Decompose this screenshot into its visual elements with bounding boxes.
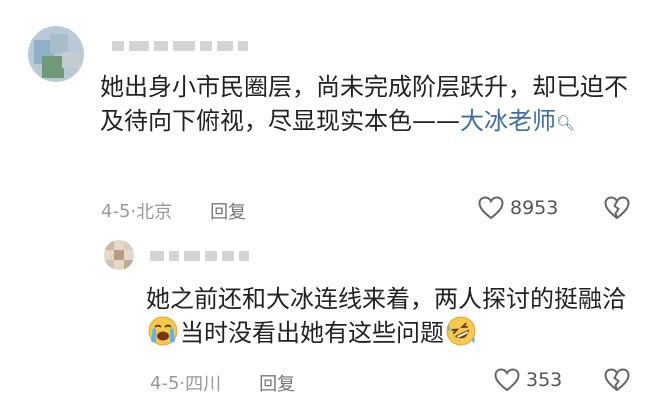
reply-body-part1: 她之前还和大冰连线来着，两人探讨的挺融洽	[146, 285, 626, 313]
reply-dislike-button[interactable]	[604, 368, 630, 396]
reply-button[interactable]: 回复	[210, 198, 246, 224]
rolling-on-floor-laughing-icon	[446, 316, 476, 346]
like-count: 8953	[510, 197, 559, 219]
reply-button[interactable]: 回复	[259, 370, 295, 396]
comment-date: 4-5	[101, 200, 131, 222]
reply-text: 她之前还和大冰连线来着，两人探讨的挺融洽 当时没看出她有这些问题	[146, 282, 626, 350]
reply-like-count: 353	[526, 369, 563, 391]
reply-meta: 4-5 · 四川 回复	[150, 370, 295, 396]
broken-heart-icon	[604, 368, 630, 392]
dislike-button[interactable]	[604, 196, 630, 224]
comment-location: 北京	[136, 202, 173, 223]
reply-username-blurred[interactable]	[150, 250, 249, 262]
reply-avatar[interactable]	[104, 240, 134, 270]
like-button[interactable]: 8953	[478, 196, 558, 220]
search-icon[interactable]: 🔍︎	[556, 114, 575, 132]
reply-body-part2: 当时没看出她有这些问题	[180, 319, 444, 347]
comment-text: 她出身小市民圈层，尚未完成阶层跃升，却已迫不及待向下俯视，尽显现实本色——大冰老…	[100, 70, 640, 138]
reply-location: 四川	[185, 374, 222, 395]
comment-meta: 4-5 · 北京 回复	[101, 198, 246, 224]
reply-like-button[interactable]: 353	[494, 368, 562, 392]
reply-date: 4-5	[150, 372, 180, 394]
username-blurred[interactable]	[112, 40, 248, 52]
broken-heart-icon	[604, 196, 630, 220]
mention-link[interactable]: 大冰老师	[460, 107, 556, 135]
heart-icon	[478, 196, 504, 220]
avatar[interactable]	[28, 26, 84, 82]
heart-icon	[494, 368, 520, 392]
loudly-crying-face-icon	[148, 316, 178, 346]
